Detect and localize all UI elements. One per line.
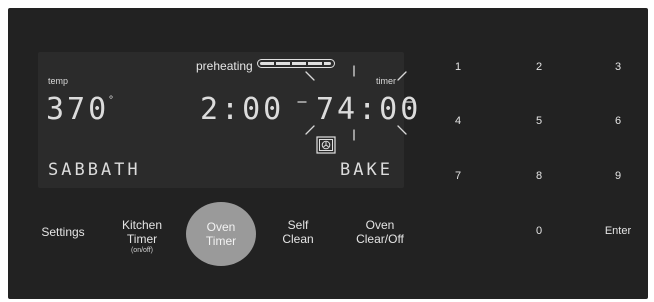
keypad-enter[interactable]: Enter bbox=[598, 225, 638, 237]
keypad-6[interactable]: 6 bbox=[606, 115, 630, 127]
keypad-2[interactable]: 2 bbox=[527, 61, 551, 73]
oven-timer-label: Oven Timer bbox=[205, 220, 237, 248]
keypad-5[interactable]: 5 bbox=[527, 115, 551, 127]
clock-readout: 2:00 bbox=[200, 92, 285, 127]
keypad-1[interactable]: 1 bbox=[446, 61, 470, 73]
oven-fan-icon bbox=[316, 136, 336, 154]
degree-symbol: ° bbox=[108, 95, 115, 106]
oven-timer-button[interactable]: Oven Timer bbox=[186, 202, 256, 266]
kitchen-timer-button[interactable]: Kitchen Timer (on/off) bbox=[114, 218, 170, 255]
self-clean-button[interactable]: Self Clean bbox=[276, 218, 320, 246]
keypad-0[interactable]: 0 bbox=[527, 225, 551, 237]
settings-button[interactable]: Settings bbox=[40, 225, 86, 239]
keypad-9[interactable]: 9 bbox=[606, 170, 630, 182]
keypad-7[interactable]: 7 bbox=[446, 170, 470, 182]
oven-clear-off-button[interactable]: Oven Clear/Off bbox=[350, 218, 410, 246]
keypad-3[interactable]: 3 bbox=[606, 61, 630, 73]
kitchen-timer-label: Kitchen Timer bbox=[121, 218, 163, 246]
preheating-label: preheating bbox=[196, 59, 253, 73]
mode-readout: BAKE bbox=[340, 160, 393, 180]
timer-flash-rays bbox=[297, 65, 415, 141]
temperature-readout: 370 bbox=[46, 92, 110, 127]
kitchen-timer-sublabel: (on/off) bbox=[130, 247, 154, 254]
keypad-8[interactable]: 8 bbox=[527, 170, 551, 182]
temp-label: temp bbox=[48, 76, 69, 86]
sabbath-readout: SABBATH bbox=[48, 160, 141, 180]
keypad-4[interactable]: 4 bbox=[446, 115, 470, 127]
